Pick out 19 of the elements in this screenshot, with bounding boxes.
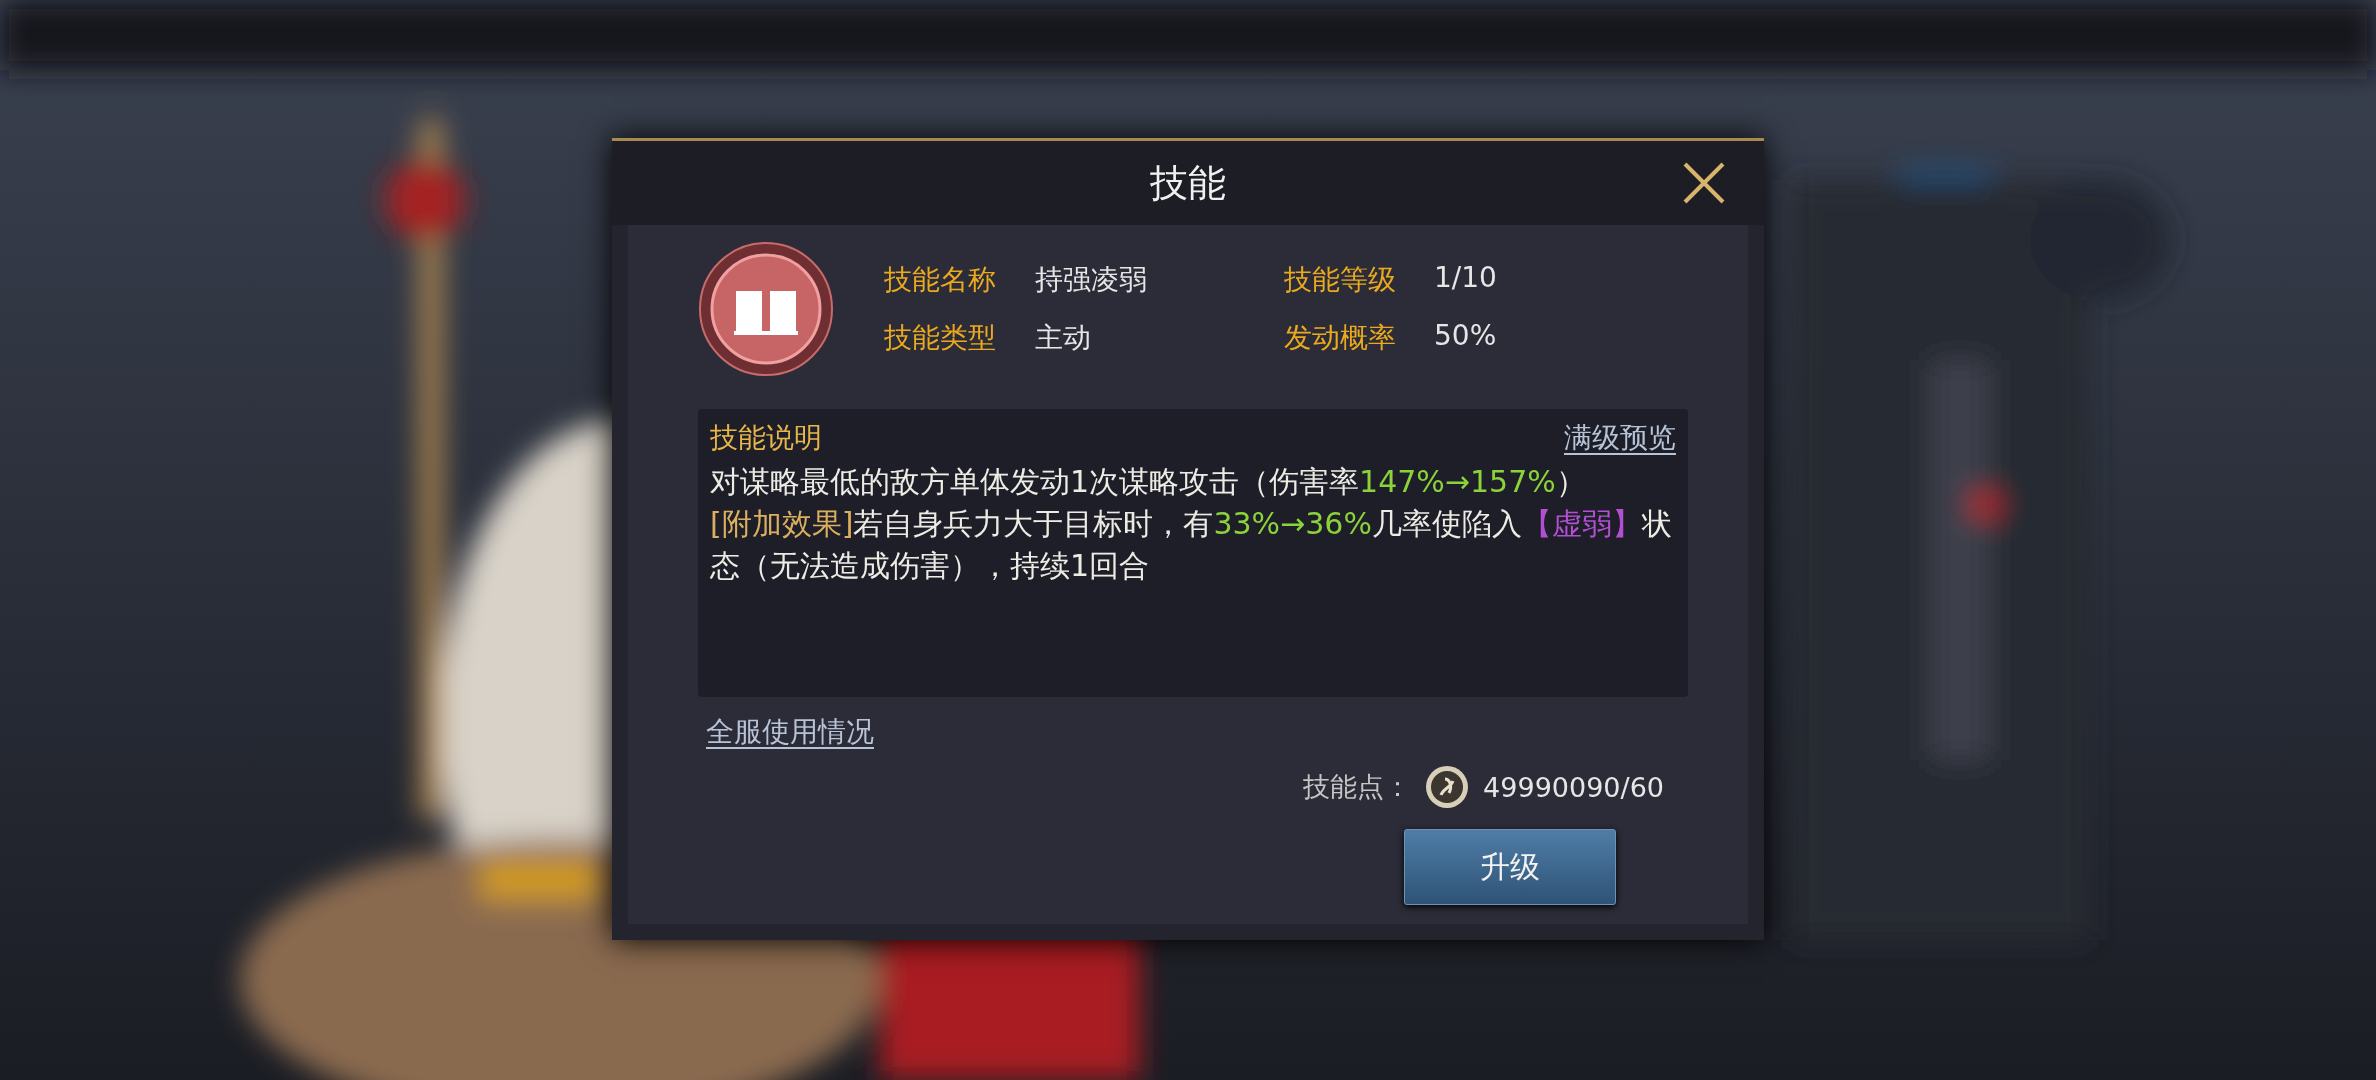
field-label: 发动概率	[1284, 320, 1397, 356]
coin-icon	[1425, 765, 1470, 809]
server-usage-link[interactable]: 全服使用情况	[706, 713, 874, 751]
skill-points-label: 技能点：	[1303, 770, 1412, 804]
field-label: 技能名称	[884, 262, 997, 298]
field-value: 持强凌弱	[1035, 262, 1148, 298]
field-value: 50%	[1434, 319, 1497, 354]
field-value: 1/10	[1434, 261, 1497, 296]
skill-description: 对谋略最低的敌方单体发动1次谋略攻击（伤害率147%→157%） [附加效果]若自身兵力大于目标时，有33%→36%几率使陷入【虚弱】状态（无法造成伤害），持续1回合	[710, 463, 1673, 585]
book-icon	[698, 241, 834, 377]
close-icon[interactable]	[1681, 160, 1727, 206]
field-value: 主动	[1035, 320, 1092, 356]
field-label: 技能类型	[884, 320, 997, 356]
section-title: 技能说明	[710, 420, 822, 456]
field-label: 技能等级	[1284, 262, 1397, 298]
dialog-title: 技能	[1149, 159, 1227, 207]
skill-points-value: 49990090/60	[1483, 771, 1664, 803]
max-level-preview-link[interactable]: 满级预览	[1564, 419, 1676, 457]
upgrade-button[interactable]: 升级	[1404, 829, 1616, 905]
